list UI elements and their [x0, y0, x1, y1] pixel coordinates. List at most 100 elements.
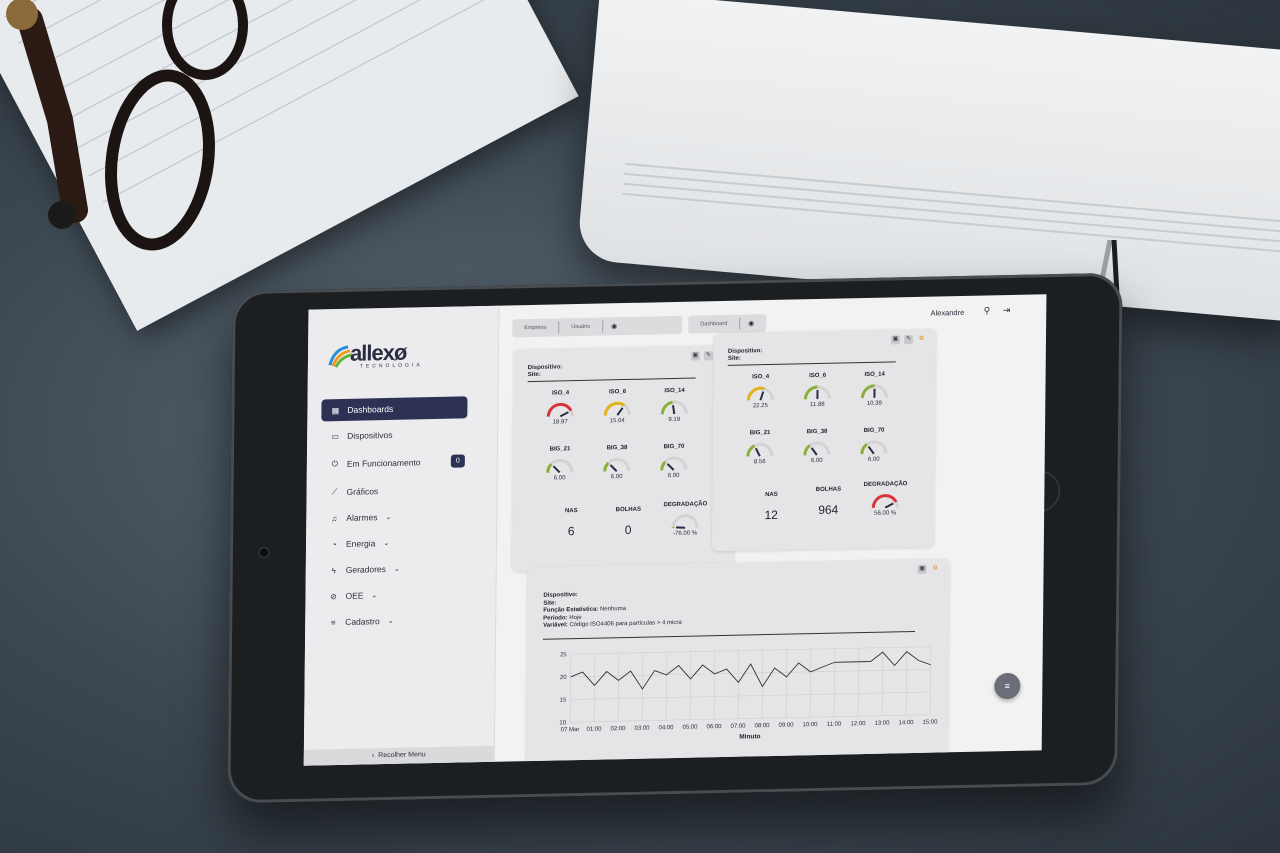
- company-user-selector: Empresa Usuário ◉: [512, 315, 683, 338]
- gauge-fill: [871, 494, 898, 508]
- save-icon[interactable]: ▣: [917, 564, 927, 574]
- eye-icon[interactable]: ◉: [603, 322, 625, 330]
- tab-usuario[interactable]: Usuário: [559, 324, 602, 331]
- device-icon: ▭: [331, 431, 339, 441]
- settings-icon[interactable]: ⚙: [917, 335, 926, 344]
- sidebar-item-dispositivos[interactable]: ▭ Dispositivos: [321, 422, 467, 447]
- gauge-needle: [676, 526, 686, 529]
- settings-icon[interactable]: ⚙: [931, 564, 940, 573]
- gauge-fill: [860, 384, 875, 399]
- edit-icon[interactable]: ✎: [703, 351, 713, 361]
- eye-icon[interactable]: ◉: [740, 319, 762, 327]
- gauge-needle: [884, 502, 894, 509]
- sidebar-item-cadastro[interactable]: ≡ Cadastro ⌄: [319, 608, 465, 633]
- card-tools: ▣ ⚙: [917, 564, 940, 574]
- tab-dashboard[interactable]: Dashboard: [688, 321, 739, 328]
- y-tick-label: 20: [560, 675, 567, 681]
- gauge-label: BIG_38: [806, 428, 828, 436]
- gauge-needle: [754, 447, 761, 457]
- gauge-value: 18.97: [552, 419, 568, 426]
- gauge-label: BIG_21: [749, 429, 771, 437]
- gauge-big-21: BIG_21 6.00: [535, 446, 585, 482]
- sidebar-item-geradores[interactable]: ϟ Geradores ⌄: [320, 556, 466, 581]
- gauge-iso-4: ISO_4 18.97: [535, 390, 585, 426]
- variable-value: Código ISO4406 para partículas > 4 micra: [569, 619, 682, 629]
- grid-line: [570, 646, 931, 655]
- line-chart: 10 15 20 25 07 Mar 01:00 02:00 03:00 04:00 05:00 0…: [559, 646, 938, 741]
- sidebar: allexø TECNOLOGIA ▦ Dashboards ▭ Disposi…: [303, 305, 500, 766]
- sidebar-item-energia[interactable]: ◔ Energia ⌄: [320, 530, 466, 555]
- sidebar-item-alarmes[interactable]: ♫ Alarmes ⌄: [320, 504, 466, 529]
- collapse-menu-button[interactable]: ‹ Recolher Menu: [303, 745, 494, 766]
- logo: allexø TECNOLOGIA: [328, 339, 448, 382]
- metric-label: BOLHAS: [815, 486, 842, 494]
- grid-line: [570, 691, 931, 700]
- gauge-iso-6: ISO_6 15.04: [592, 389, 642, 425]
- gauge-label: ISO_14: [864, 371, 885, 379]
- grid-line: [713, 651, 716, 720]
- sidebar-item-label: Dashboards: [347, 403, 394, 415]
- gauge-dial: [603, 401, 631, 416]
- register-icon: ≡: [330, 617, 336, 627]
- gauge-big-21: BIG_21 8.56: [735, 430, 785, 466]
- gauge-fill: [746, 444, 756, 457]
- metric-value: 0: [624, 522, 632, 538]
- bolt-icon: ϟ: [331, 565, 336, 575]
- sidebar-item-label: Gráficos: [346, 486, 379, 497]
- gauge-value: 9.19: [668, 416, 681, 424]
- grid-line: [857, 648, 860, 717]
- sidebar-item-em-funcionamento[interactable]: ⏻ Em Funcionamento 0: [321, 450, 467, 475]
- y-tick-label: 25: [560, 652, 567, 658]
- gauge-value: 6.00: [610, 474, 623, 481]
- gauge-fill: [546, 402, 573, 417]
- grid-line: [761, 650, 764, 719]
- gauge-dial: [660, 456, 688, 471]
- grid-line: [881, 647, 884, 716]
- y-tick-label: 10: [559, 720, 566, 726]
- x-tick-label: 13:00: [874, 721, 890, 727]
- edit-icon[interactable]: ✎: [903, 335, 914, 345]
- gauge-dial: [860, 384, 888, 399]
- gauge-fill: [603, 461, 610, 472]
- gauge-label: BIG_38: [606, 444, 628, 452]
- tablet-device: allexø TECNOLOGIA ▦ Dashboards ▭ Disposi…: [227, 272, 1123, 804]
- sidebar-item-label: Em Funcionamento: [346, 457, 421, 469]
- count-badge: 0: [450, 454, 465, 468]
- user-name[interactable]: Alexandre: [930, 308, 964, 318]
- location-pin-icon[interactable]: ⚲: [984, 305, 991, 316]
- series-line: [570, 651, 931, 690]
- sidebar-item-oee[interactable]: ⊘ OEE ⌄: [319, 582, 465, 607]
- gauge-value: 15.04: [609, 418, 625, 425]
- device-label: Dispositivo:: [527, 364, 563, 372]
- gauge-dial: [671, 514, 699, 529]
- gauge-needle: [759, 391, 765, 401]
- bolhas-metric: BOLHAS 964: [803, 486, 853, 517]
- logout-icon[interactable]: ⇥: [1003, 305, 1011, 316]
- gauge-iso-6: ISO_6 11.88: [792, 372, 842, 408]
- chevron-down-icon: ⌄: [383, 539, 390, 548]
- gauge-needle: [609, 464, 618, 472]
- sidebar-item-dashboards[interactable]: ▦ Dashboards: [321, 396, 468, 422]
- save-icon[interactable]: ▣: [690, 351, 700, 361]
- degradacao-gauge: DEGRADAÇÃO 56.00 %: [860, 481, 910, 517]
- gauge-icon: ◔: [331, 539, 337, 549]
- function-value: Nenhuma: [599, 606, 627, 613]
- chart-icon: ⟋: [331, 487, 338, 497]
- dashboard-selector: Dashboard ◉: [688, 314, 767, 334]
- app-screen: allexø TECNOLOGIA ▦ Dashboards ▭ Disposi…: [303, 294, 1047, 766]
- grid-line: [905, 647, 908, 716]
- gauge-card-2: ▣ ✎ ⚙ Dispositivo: Site: NAS 12 BOLHAS 9…: [711, 328, 937, 552]
- save-icon[interactable]: ▣: [890, 335, 901, 345]
- x-tick-label: 07 Mar: [561, 727, 580, 733]
- line-chart-card: ▣ ⚙ Dispositivo: Site: Função Estatístic…: [525, 558, 950, 766]
- filter-list-button[interactable]: ≡: [994, 672, 1021, 700]
- sidebar-item-graficos[interactable]: ⟋ Gráficos: [320, 478, 466, 503]
- variable-label: Variável:: [543, 622, 568, 629]
- card-header: Dispositivo: Site:: [528, 364, 562, 379]
- gauge-label: DEGRADAÇÃO: [863, 481, 908, 489]
- card-tools: ▣ ✎ ⚙: [890, 335, 926, 345]
- gauge-fill: [660, 460, 667, 471]
- x-tick-label: 03:00: [634, 726, 650, 732]
- tab-empresa[interactable]: Empresa: [512, 324, 558, 331]
- x-tick-label: 05:00: [682, 725, 698, 731]
